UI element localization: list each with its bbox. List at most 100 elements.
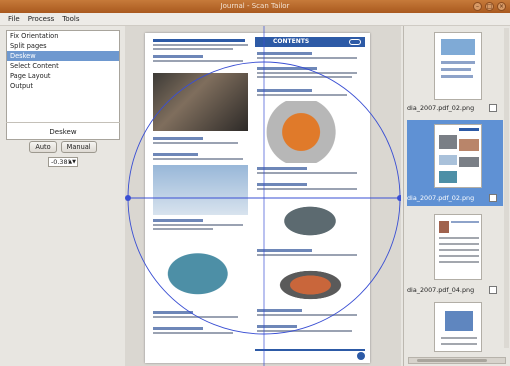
mini-text xyxy=(441,343,477,345)
thumbnail-caption: dia_2007.pdf_02.png xyxy=(407,104,475,112)
text-line xyxy=(257,94,347,96)
text-block xyxy=(257,167,307,170)
thumbnail-image xyxy=(434,302,482,352)
mini-text xyxy=(459,128,479,131)
text-line xyxy=(153,316,238,318)
menu-process[interactable]: Process xyxy=(28,15,55,23)
thumbnail-item[interactable]: dia_2007.pdf_02.png xyxy=(407,28,503,116)
text-block xyxy=(153,219,203,222)
photo-people xyxy=(153,73,248,131)
mini-image xyxy=(459,139,479,151)
mini-text xyxy=(441,75,473,78)
photo-turbine xyxy=(263,263,358,303)
deskew-mode-buttons: Auto Manual xyxy=(6,141,120,153)
text-block xyxy=(257,183,307,186)
mini-text xyxy=(441,68,471,71)
mini-image xyxy=(445,311,473,331)
spin-arrows-icon[interactable]: ▲▼ xyxy=(68,158,76,166)
page-footer xyxy=(255,349,365,359)
mini-text xyxy=(451,221,479,223)
text-block xyxy=(257,325,297,328)
text-line xyxy=(257,314,357,316)
thumbnail-item-selected[interactable]: dia_2007.pdf_02.png xyxy=(407,120,503,206)
text-block xyxy=(257,89,312,92)
mini-image xyxy=(459,157,479,167)
mini-image xyxy=(441,39,475,55)
photo-equipment xyxy=(265,196,355,246)
mini-image xyxy=(439,135,457,149)
filter-deskew[interactable]: Deskew xyxy=(7,51,119,61)
close-icon[interactable]: × xyxy=(497,2,506,11)
text-line xyxy=(257,57,357,59)
mini-text xyxy=(439,261,479,263)
contents-header: CONTENTS xyxy=(255,37,365,47)
mini-text xyxy=(439,243,479,245)
text-block xyxy=(257,249,312,252)
text-block xyxy=(153,153,198,156)
text-line xyxy=(153,158,243,160)
maximize-icon[interactable]: □ xyxy=(485,2,494,11)
text-block xyxy=(153,327,203,330)
scanned-page: CONTENTS xyxy=(145,33,370,363)
text-block xyxy=(257,52,312,55)
thumbnail-panel: dia_2007.pdf_02.png dia_2007.pdf_02.png … xyxy=(403,26,510,366)
filter-split-pages[interactable]: Split pages xyxy=(7,41,119,51)
text-line xyxy=(153,224,243,226)
thumbnail-caption: dia_2007.pdf_04.png xyxy=(407,286,475,294)
thumbnail-horizontal-scrollbar[interactable] xyxy=(408,357,506,364)
photo-aircraft xyxy=(153,165,248,215)
filter-fix-orientation[interactable]: Fix Orientation xyxy=(7,31,119,41)
manual-button[interactable]: Manual xyxy=(60,141,97,153)
deskew-label: Deskew xyxy=(49,128,77,136)
menu-bar: File Process Tools xyxy=(0,13,510,26)
mini-text xyxy=(441,337,477,339)
left-panel: Fix Orientation Split pages Deskew Selec… xyxy=(0,26,125,366)
mini-text xyxy=(439,249,479,251)
thumbnail-image xyxy=(434,214,482,280)
filter-page-layout[interactable]: Page Layout xyxy=(7,71,119,81)
scrollbar-thumb[interactable] xyxy=(417,359,487,362)
text-line xyxy=(153,228,213,230)
thumbnail-item[interactable]: dia_2007.pdf_04.png xyxy=(407,210,503,298)
mini-text xyxy=(439,237,479,239)
left-rotation-handle[interactable] xyxy=(125,195,131,201)
text-block xyxy=(257,309,302,312)
text-line xyxy=(153,142,238,144)
thumbnail-image xyxy=(434,32,482,100)
minimize-icon[interactable]: – xyxy=(473,2,482,11)
thumbnail-caption: dia_2007.pdf_02.png xyxy=(407,194,475,202)
mini-image xyxy=(439,171,457,183)
deskew-options: Deskew Auto Manual -0.38° ▲▼ xyxy=(6,122,120,192)
title-bar: Journal - Scan Tailor – □ × xyxy=(0,0,510,13)
text-block xyxy=(153,137,203,140)
text-line xyxy=(153,60,243,62)
filter-select-content[interactable]: Select Content xyxy=(7,61,119,71)
thumbnail-checkbox[interactable] xyxy=(489,104,497,112)
thumbnail-scrollbar[interactable] xyxy=(504,28,509,348)
magazine-logo-icon xyxy=(349,39,361,45)
mini-text xyxy=(439,255,479,257)
angle-spinbox[interactable]: -0.38° ▲▼ xyxy=(48,157,78,167)
thumbnail-item[interactable] xyxy=(407,300,503,354)
menu-tools[interactable]: Tools xyxy=(62,15,79,23)
mini-image xyxy=(439,155,457,165)
mini-text xyxy=(441,61,475,64)
thumbnail-checkbox[interactable] xyxy=(489,194,497,202)
text-block xyxy=(153,55,203,58)
thumbnail-checkbox[interactable] xyxy=(489,286,497,294)
photo-engine xyxy=(257,101,355,163)
menu-file[interactable]: File xyxy=(8,15,20,23)
auto-button[interactable]: Auto xyxy=(29,141,57,153)
filter-output[interactable]: Output xyxy=(7,81,119,91)
text-line xyxy=(153,44,248,46)
thumbnail-image xyxy=(434,124,482,188)
photo-engine xyxy=(155,238,250,303)
mini-image xyxy=(439,221,449,233)
text-line xyxy=(257,330,352,332)
text-line xyxy=(257,254,357,256)
right-rotation-handle[interactable] xyxy=(397,195,401,201)
text-line xyxy=(153,48,233,50)
text-block xyxy=(153,39,245,42)
text-line xyxy=(257,72,357,74)
image-viewer[interactable]: CONTENTS xyxy=(125,26,401,366)
